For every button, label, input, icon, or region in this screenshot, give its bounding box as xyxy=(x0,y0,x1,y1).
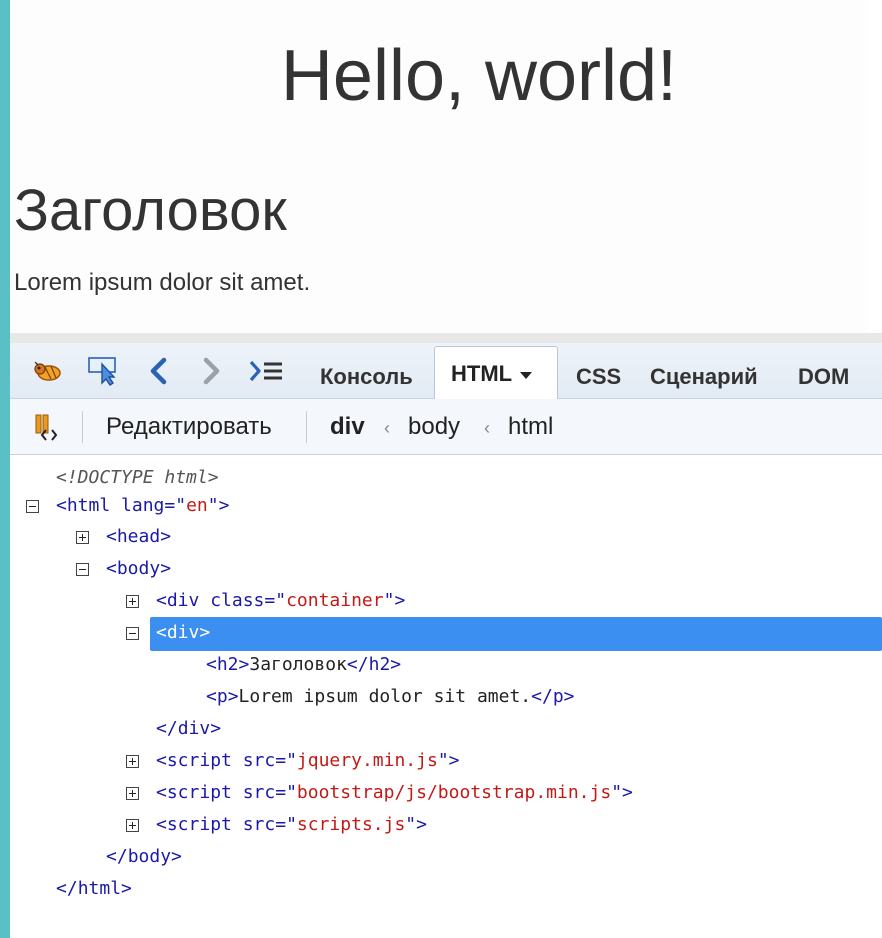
tree-row-div-close[interactable]: </div> xyxy=(156,715,221,743)
devtools-tab-bar: Консоль HTML CSS Сценарий DOM xyxy=(10,333,882,400)
dropdown-caret-icon[interactable] xyxy=(520,371,533,379)
page-heading: Заголовок xyxy=(14,178,287,243)
page-margin xyxy=(868,0,882,333)
tag-name: h2 xyxy=(216,654,239,675)
tag-name: h2 xyxy=(368,654,391,675)
html-toolbar: Редактировать div ‹ body ‹ html xyxy=(10,399,882,455)
doctype-text: <!DOCTYPE html> xyxy=(56,467,219,488)
tag-name: script xyxy=(166,782,232,803)
attr-value: en xyxy=(186,495,208,516)
tag-name: p xyxy=(552,686,564,707)
tree-row-h2[interactable]: <h2>Заголовок</h2> xyxy=(206,651,401,679)
attr-value: bootstrap/js/bootstrap.min.js xyxy=(296,782,612,803)
tree-row-div-selected[interactable]: <div> xyxy=(156,619,210,647)
forward-arrow-icon[interactable] xyxy=(196,355,226,387)
tag-name: body xyxy=(127,846,172,867)
attr-name: src xyxy=(242,750,276,771)
tag-name: body xyxy=(116,558,161,579)
tree-doctype: <!DOCTYPE html> xyxy=(56,464,219,492)
expand-toggle-icon[interactable] xyxy=(76,531,89,544)
edit-button[interactable]: Редактировать xyxy=(106,412,272,442)
tag-name: head xyxy=(116,526,161,547)
tree-row-head[interactable]: <head> xyxy=(106,523,171,551)
expand-toggle-icon[interactable] xyxy=(126,595,139,608)
tree-row-body[interactable]: <body> xyxy=(106,555,171,583)
expand-toggle-icon[interactable] xyxy=(126,755,139,768)
breadcrumb-chevron-icon: ‹ xyxy=(384,418,390,438)
collapse-toggle-icon[interactable] xyxy=(76,563,89,576)
tag-name: div xyxy=(166,590,200,611)
tab-console[interactable]: Консоль xyxy=(320,359,413,395)
tag-name: html xyxy=(77,878,122,899)
hello-title: Hello, world! xyxy=(280,36,678,116)
breadcrumb-div[interactable]: div xyxy=(330,412,365,442)
inspect-pointer-icon[interactable] xyxy=(84,355,124,387)
attr-name: src xyxy=(242,814,276,835)
node-text: Lorem ipsum dolor sit amet. xyxy=(238,686,532,707)
expand-toggle-icon[interactable] xyxy=(126,819,139,832)
collapse-toggle-icon[interactable] xyxy=(126,627,139,640)
attr-name: class xyxy=(210,590,265,611)
tag-name: script xyxy=(166,750,232,771)
html-tree: <!DOCTYPE html> <html lang="en"> <head> … xyxy=(10,455,882,938)
attr-name: src xyxy=(242,782,276,803)
tree-row-script[interactable]: <script src="bootstrap/js/bootstrap.min.… xyxy=(156,779,633,807)
tree-row-body-close[interactable]: </body> xyxy=(106,843,182,871)
tag-name: div xyxy=(177,718,211,739)
tag-name: p xyxy=(216,686,228,707)
toolbar-separator xyxy=(82,411,83,443)
attr-name: lang xyxy=(121,495,165,516)
tree-row-div-container[interactable]: <div class="container"> xyxy=(156,587,405,615)
tree-row-p[interactable]: <p>Lorem ipsum dolor sit amet.</p> xyxy=(206,683,575,711)
attr-value: scripts.js xyxy=(296,814,406,835)
breadcrumb-chevron-icon: ‹ xyxy=(484,418,490,438)
tree-row-html[interactable]: <html lang="en"> xyxy=(56,492,229,520)
tab-html-label: HTML xyxy=(451,361,513,386)
firebug-panel: Консоль HTML CSS Сценарий DOM Редактиров… xyxy=(10,333,882,938)
tree-row-script[interactable]: <script src="jquery.min.js"> xyxy=(156,747,460,775)
breadcrumb-html[interactable]: html xyxy=(508,412,553,442)
tab-css[interactable]: CSS xyxy=(576,359,621,395)
rendered-page: Hello, world! Заголовок Lorem ipsum dolo… xyxy=(10,0,868,333)
break-on-mutate-icon[interactable] xyxy=(30,411,64,443)
breadcrumb-body[interactable]: body xyxy=(408,412,460,442)
command-line-icon[interactable] xyxy=(246,355,286,387)
back-arrow-icon[interactable] xyxy=(144,355,174,387)
expand-toggle-icon[interactable] xyxy=(126,787,139,800)
tag-name: html xyxy=(66,495,111,516)
tab-dom[interactable]: DOM xyxy=(798,359,849,395)
attr-value: jquery.min.js xyxy=(296,750,438,771)
tab-script[interactable]: Сценарий xyxy=(650,359,758,395)
firebug-icon[interactable] xyxy=(30,355,66,387)
toolbar-separator xyxy=(306,411,307,443)
tree-row-html-close[interactable]: </html> xyxy=(56,875,132,903)
left-edge-strip xyxy=(0,0,10,938)
attr-value: container xyxy=(286,590,384,611)
tag-name: div xyxy=(166,622,200,643)
node-text: Заголовок xyxy=(249,654,347,675)
page-paragraph: Lorem ipsum dolor sit amet. xyxy=(14,269,311,296)
tree-row-script[interactable]: <script src="scripts.js"> xyxy=(156,811,427,839)
tag-name: script xyxy=(166,814,232,835)
selected-node-highlight xyxy=(150,617,882,651)
tab-html[interactable]: HTML xyxy=(434,346,558,400)
collapse-toggle-icon[interactable] xyxy=(26,500,39,513)
